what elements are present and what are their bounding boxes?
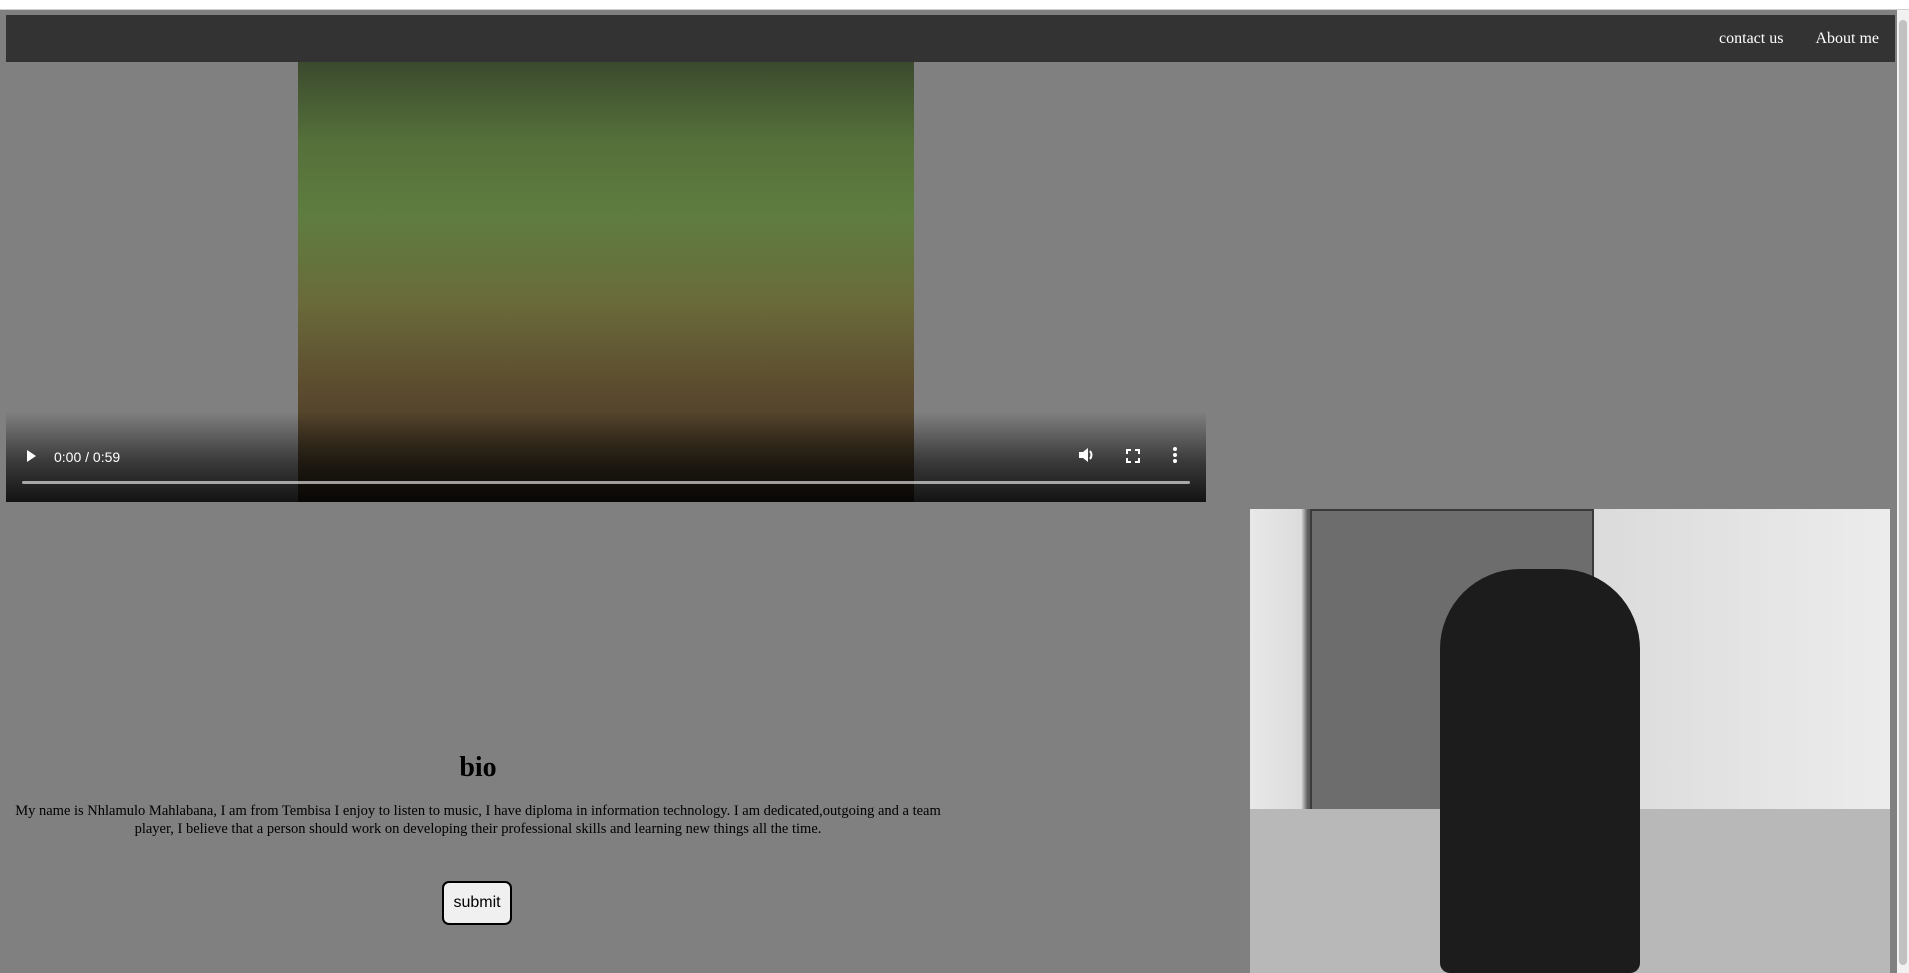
bio-heading: bio: [459, 752, 497, 783]
submit-button[interactable]: submit: [442, 881, 512, 925]
video-time: 0:00 / 0:59: [54, 449, 121, 465]
bio-text: My name is Nhlamulo Mahlabana, I am from…: [15, 803, 941, 837]
fullscreen-icon[interactable]: [1126, 449, 1140, 466]
play-icon[interactable]: [24, 449, 38, 466]
nav-link-about-me[interactable]: About me: [1799, 30, 1895, 48]
profile-photo: [1250, 509, 1890, 973]
volume-icon[interactable]: [1078, 447, 1096, 466]
video-progress-bar[interactable]: [22, 481, 1190, 484]
video-player[interactable]: 0:00 / 0:59: [6, 62, 1206, 502]
bio-section: bio My name is Nhlamulo Mahlabana, I am …: [14, 752, 942, 838]
browser-top-edge: [0, 0, 1909, 10]
navbar: contact us About me: [6, 15, 1895, 62]
photo-person: [1440, 569, 1640, 973]
nav-link-contact-us[interactable]: contact us: [1703, 30, 1799, 48]
scrollbar-thumb[interactable]: [1899, 20, 1907, 965]
more-options-icon[interactable]: [1172, 447, 1178, 466]
video-controls: 0:00 / 0:59: [6, 412, 1206, 502]
